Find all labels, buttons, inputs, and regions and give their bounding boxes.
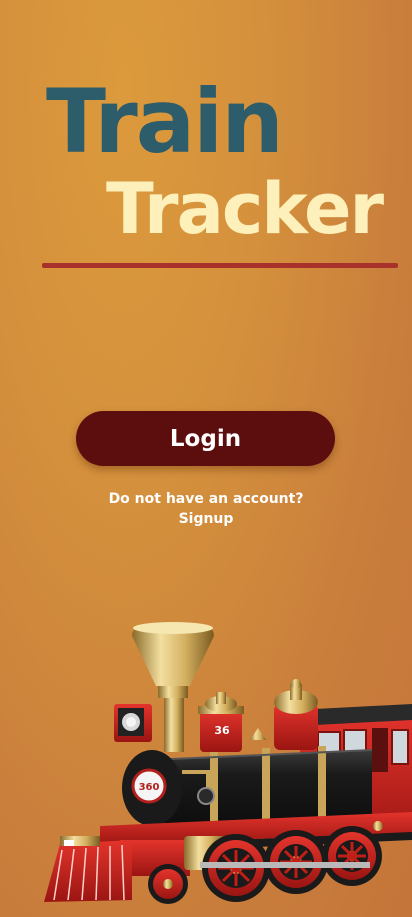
locomotive-cowcatcher — [44, 836, 132, 902]
title-divider — [42, 263, 398, 268]
app-title-train: Train — [46, 70, 284, 173]
locomotive-headlamp — [114, 704, 152, 742]
locomotive-smokebox: 360 — [122, 750, 182, 826]
app-title-tracker: Tracker — [106, 168, 384, 250]
signup-block: Do not have an account? Signup — [0, 489, 412, 529]
login-button[interactable]: Login — [76, 411, 335, 466]
locomotive-domes: 36 — [198, 679, 318, 752]
locomotive-illustration: 36 360 — [44, 622, 412, 904]
locomotive-number: 360 — [139, 782, 160, 793]
signup-link[interactable]: Signup — [0, 509, 412, 529]
dome-number: 36 — [214, 724, 230, 737]
splash-screen: Train Tracker Login Do not have an accou… — [0, 0, 412, 917]
signup-prompt: Do not have an account? — [108, 491, 304, 507]
